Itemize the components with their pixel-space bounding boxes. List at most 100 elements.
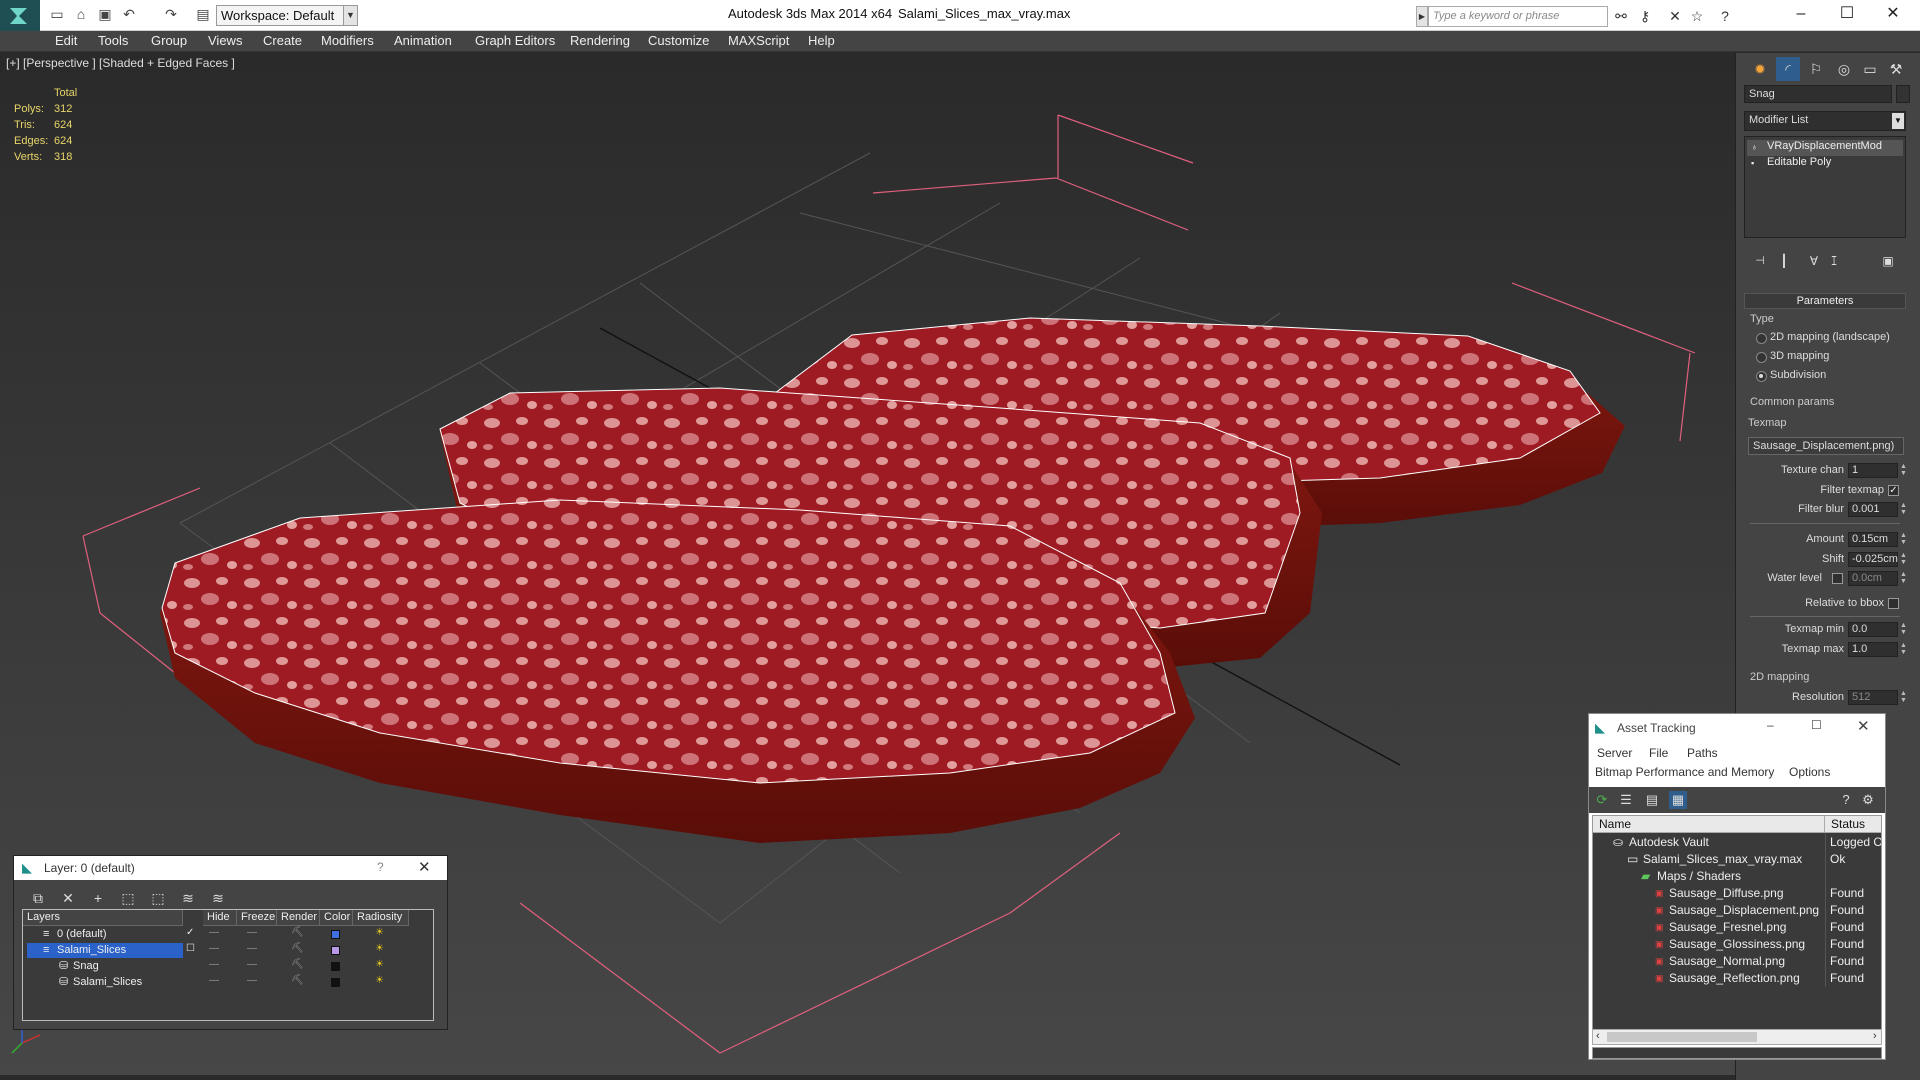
- menu-server[interactable]: Server: [1597, 746, 1632, 760]
- object-color-swatch[interactable]: [1896, 85, 1910, 103]
- display-tab-icon[interactable]: ▭: [1858, 57, 1882, 81]
- favorites-icon[interactable]: ☆: [1688, 7, 1706, 25]
- add-to-layer-icon[interactable]: +: [88, 889, 108, 907]
- hide-toggle[interactable]: —: [209, 959, 219, 975]
- menu-file[interactable]: File: [1649, 746, 1668, 760]
- scrollbar-thumb[interactable]: [1607, 1032, 1757, 1042]
- make-current-icon[interactable]: ☐: [186, 943, 195, 959]
- hide-toggle[interactable]: —: [209, 943, 219, 959]
- filter-blur-spinner[interactable]: 0.001: [1848, 502, 1898, 517]
- lightbulb-icon[interactable]: ♁: [1751, 142, 1761, 152]
- texmap-min-spinner[interactable]: 0.0: [1848, 622, 1898, 637]
- freeze-toggle[interactable]: —: [247, 943, 257, 959]
- binoculars-icon[interactable]: ⚯: [1612, 7, 1630, 25]
- modifier-list-dropdown[interactable]: Modifier List: [1744, 111, 1906, 131]
- texmap-button[interactable]: Sausage_Displacement.png): [1748, 437, 1904, 455]
- spinner-arrows-icon[interactable]: ▲ ▼: [1899, 622, 1908, 637]
- menu-animation[interactable]: Animation: [394, 33, 452, 48]
- app-menu-button[interactable]: [0, 0, 40, 31]
- radiosity-icon[interactable]: ☀: [375, 943, 384, 959]
- render-toggle-icon[interactable]: ⛏: [291, 927, 304, 943]
- active-layer-check-icon[interactable]: ✓: [186, 927, 194, 943]
- motion-tab-icon[interactable]: ◎: [1832, 57, 1856, 81]
- horizontal-scrollbar[interactable]: ‹ ›: [1592, 1029, 1882, 1045]
- asset-row[interactable]: ▣ Sausage_Reflection.png Found: [1593, 970, 1881, 987]
- menu-help[interactable]: Help: [808, 33, 835, 48]
- menu-group[interactable]: Group: [151, 33, 187, 48]
- spinner-arrows-icon[interactable]: ▲ ▼: [1899, 571, 1908, 586]
- search-expand-icon[interactable]: ▶: [1416, 6, 1428, 27]
- asset-row[interactable]: ▣ Sausage_Displacement.png Found: [1593, 902, 1881, 919]
- new-file-icon[interactable]: ▭: [48, 5, 66, 23]
- layer-window-titlebar[interactable]: ◣ Layer: 0 (default) ? ✕: [14, 856, 447, 880]
- radiosity-icon[interactable]: ☀: [375, 975, 384, 991]
- render-toggle-icon[interactable]: ⛏: [291, 975, 304, 991]
- texture-chan-spinner[interactable]: 1: [1848, 463, 1898, 478]
- column-header[interactable]: Layers: [23, 910, 183, 926]
- asset-row[interactable]: ▣ Sausage_Normal.png Found: [1593, 953, 1881, 970]
- column-header[interactable]: Color: [320, 910, 353, 926]
- radio-2d-mapping[interactable]: 2D mapping (landscape): [1756, 331, 1890, 344]
- minimize-button[interactable]: –: [1778, 0, 1824, 27]
- freeze-toggle[interactable]: —: [247, 959, 257, 975]
- amount-spinner[interactable]: 0.15cm: [1848, 532, 1898, 547]
- menu-modifiers[interactable]: Modifiers: [321, 33, 374, 48]
- hide-toggle[interactable]: —: [209, 975, 219, 991]
- select-objects-icon[interactable]: ⬚: [118, 889, 138, 907]
- utilities-tab-icon[interactable]: ⚒: [1884, 57, 1908, 81]
- column-header[interactable]: Freeze: [237, 910, 277, 926]
- create-tab-icon[interactable]: ✹: [1748, 57, 1772, 81]
- spinner-arrows-icon[interactable]: ▲ ▼: [1899, 552, 1908, 567]
- settings-icon[interactable]: ⚙: [1859, 791, 1877, 809]
- save-file-icon[interactable]: ▣: [96, 5, 114, 23]
- search-input[interactable]: Type a keyword or phrase: [1428, 6, 1608, 27]
- list-view-icon[interactable]: ☰: [1617, 791, 1635, 809]
- delete-layer-icon[interactable]: ✕: [58, 889, 78, 907]
- column-header[interactable]: Render: [277, 910, 320, 926]
- workspace-dropdown[interactable]: Workspace: Default: [216, 5, 358, 26]
- spinner-arrows-icon[interactable]: ▲ ▼: [1899, 690, 1908, 705]
- asset-path-field[interactable]: [1592, 1047, 1882, 1059]
- asset-row[interactable]: ▰ Maps / Shaders: [1593, 868, 1881, 885]
- scroll-left-icon[interactable]: ‹: [1596, 1030, 1600, 1042]
- close-button[interactable]: ✕: [1870, 0, 1916, 27]
- highlight-layer-icon[interactable]: ⬚: [148, 889, 168, 907]
- spinner-arrows-icon[interactable]: ▲ ▼: [1899, 502, 1908, 517]
- hide-all-icon[interactable]: ≋: [178, 889, 198, 907]
- chevron-down-icon[interactable]: ▼: [343, 5, 358, 26]
- column-header[interactable]: Hide: [203, 910, 237, 926]
- render-toggle-icon[interactable]: ⛏: [291, 959, 304, 975]
- radiosity-icon[interactable]: ☀: [375, 927, 384, 943]
- menu-customize[interactable]: Customize: [648, 33, 709, 48]
- undo-icon[interactable]: ↶: [120, 5, 138, 23]
- table-view-icon[interactable]: ▦: [1669, 791, 1687, 809]
- freeze-toggle[interactable]: —: [247, 927, 257, 943]
- help-button[interactable]: ?: [377, 860, 384, 874]
- menu-tools[interactable]: Tools: [98, 33, 128, 48]
- asset-row[interactable]: ▣ Sausage_Diffuse.png Found: [1593, 885, 1881, 902]
- exchange-icon[interactable]: ✕: [1666, 7, 1684, 25]
- maximize-button[interactable]: ☐: [1824, 0, 1870, 27]
- minimize-button[interactable]: –: [1767, 718, 1774, 732]
- show-end-result-icon[interactable]: ┃: [1772, 249, 1796, 273]
- close-button[interactable]: ✕: [1857, 717, 1870, 735]
- object-color-swatch[interactable]: [331, 962, 340, 971]
- freeze-all-icon[interactable]: ≋: [208, 889, 228, 907]
- hide-toggle[interactable]: —: [209, 927, 219, 943]
- menu-bitmap-performance[interactable]: Bitmap Performance and Memory: [1595, 765, 1774, 779]
- layer-toolbar-icon[interactable]: ⧉: [28, 889, 48, 907]
- viewport-label[interactable]: [+] [Perspective ] [Shaded + Edged Faces…: [6, 56, 235, 70]
- menu-options[interactable]: Options: [1789, 765, 1830, 779]
- layer-row-selected[interactable]: ≡ Salami_Slices ☐ — — ⛏ ☀: [23, 943, 431, 959]
- help-icon[interactable]: ?: [1716, 7, 1734, 25]
- resolution-spinner[interactable]: 512: [1848, 690, 1898, 705]
- spinner-arrows-icon[interactable]: ▲ ▼: [1899, 463, 1908, 478]
- freeze-toggle[interactable]: —: [247, 975, 257, 991]
- modify-tab-icon[interactable]: ◜: [1776, 57, 1800, 81]
- column-header[interactable]: Status: [1825, 816, 1881, 833]
- menu-paths[interactable]: Paths: [1687, 746, 1718, 760]
- object-row[interactable]: ⛁ Salami_Slices — — ⛏ ☀: [23, 975, 431, 991]
- project-folder-icon[interactable]: ▤: [194, 5, 212, 23]
- object-row[interactable]: ⛁ Snag — — ⛏ ☀: [23, 959, 431, 975]
- radio-subdivision[interactable]: Subdivision: [1756, 369, 1826, 382]
